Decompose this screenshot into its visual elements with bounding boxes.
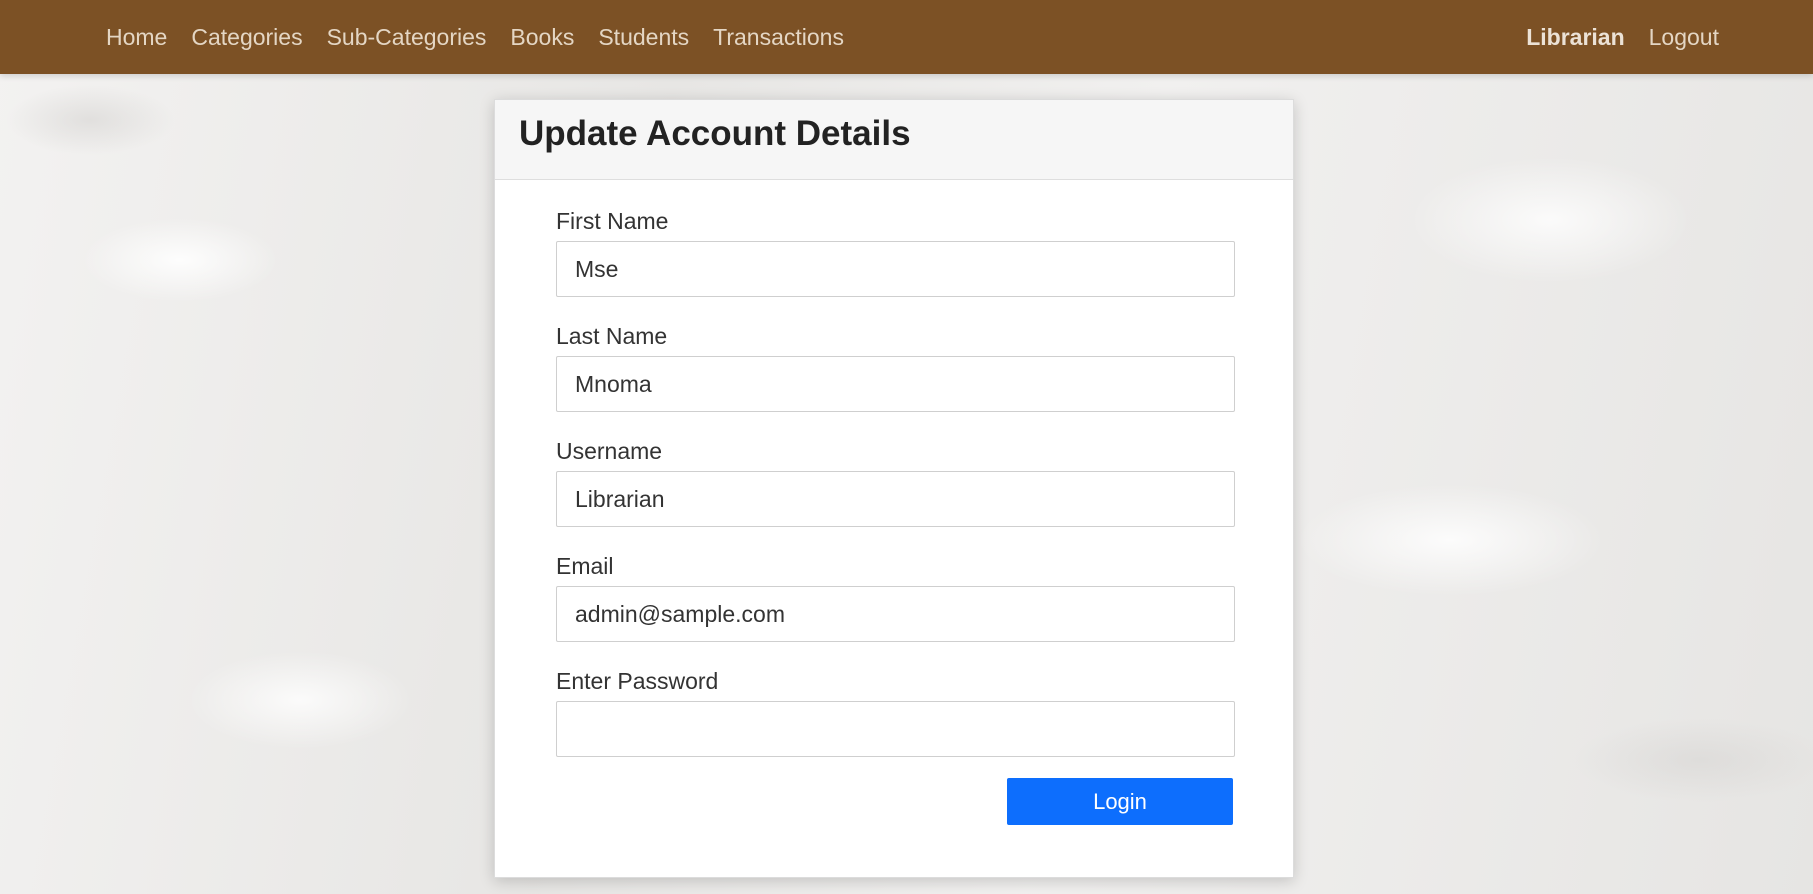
password-group: Enter Password — [556, 668, 1235, 757]
nav-sub-categories[interactable]: Sub-Categories — [315, 24, 499, 51]
top-navbar: Home Categories Sub-Categories Books Stu… — [0, 0, 1813, 74]
nav-categories[interactable]: Categories — [179, 24, 314, 51]
nav-transactions[interactable]: Transactions — [701, 24, 856, 51]
last-name-label: Last Name — [556, 323, 668, 349]
username-group: Username — [556, 438, 1235, 527]
account-form: First Name Last Name Username Email Ente… — [495, 180, 1293, 825]
last-name-input[interactable] — [556, 356, 1235, 412]
nav-links: Home Categories Sub-Categories Books Stu… — [94, 24, 856, 51]
password-input[interactable] — [556, 701, 1235, 757]
nav-user-area: Librarian Logout — [1514, 24, 1731, 51]
nav-home[interactable]: Home — [94, 24, 179, 51]
username-input[interactable] — [556, 471, 1235, 527]
first-name-label: First Name — [556, 208, 669, 234]
last-name-group: Last Name — [556, 323, 1235, 412]
username-label: Username — [556, 438, 663, 464]
login-button[interactable]: Login — [1007, 778, 1233, 825]
form-actions: Login — [556, 778, 1233, 825]
nav-books[interactable]: Books — [498, 24, 586, 51]
nav-logout[interactable]: Logout — [1637, 24, 1731, 51]
page-title: Update Account Details — [519, 114, 911, 153]
email-input[interactable] — [556, 586, 1235, 642]
card-header: Update Account Details — [495, 100, 1293, 180]
email-label: Email — [556, 553, 614, 579]
first-name-input[interactable] — [556, 241, 1235, 297]
email-group: Email — [556, 553, 1235, 642]
first-name-group: First Name — [556, 208, 1235, 297]
password-label: Enter Password — [556, 668, 719, 694]
account-details-card: Update Account Details First Name Last N… — [494, 99, 1294, 878]
nav-students[interactable]: Students — [586, 24, 701, 51]
nav-current-user[interactable]: Librarian — [1514, 24, 1636, 51]
